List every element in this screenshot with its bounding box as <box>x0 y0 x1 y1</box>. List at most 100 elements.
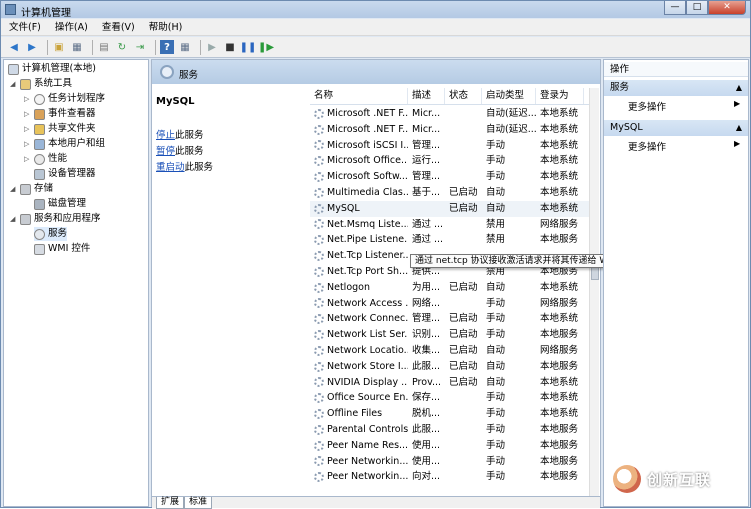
table-row[interactable]: MySQL 已启动 自动 本地系统 <box>310 200 592 217</box>
pause-service-link[interactable]: 暂停 <box>156 146 175 157</box>
tree-item-disk-management[interactable]: 磁盘管理 <box>34 197 86 211</box>
table-row[interactable]: Microsoft Office... 运行... 手动 本地系统 <box>310 153 592 169</box>
service-name-cell: Peer Name Res... <box>310 438 408 454</box>
collapse-icon[interactable]: ▲ <box>736 120 742 136</box>
service-status-cell: 已启动 <box>449 376 478 388</box>
menu-action[interactable]: 操作(A) <box>55 19 88 35</box>
tree-item-services[interactable]: 服务 <box>34 227 68 241</box>
tree-item-event-viewer[interactable]: ▷ 事件查看器 <box>24 107 96 121</box>
stop-service-icon[interactable]: ■ <box>223 40 237 54</box>
restart-service-icon[interactable]: ❚▶ <box>258 40 274 54</box>
table-row[interactable]: Peer Networkin... 使用... 手动 本地服务 <box>310 454 592 470</box>
service-startup-cell: 自动(延迟... <box>486 108 536 119</box>
table-row[interactable]: Microsoft Softw... 管理... 手动 本地系统 <box>310 169 592 185</box>
collapse-arrow-icon[interactable]: ▷ <box>24 152 32 166</box>
table-row[interactable]: Microsoft .NET F... Micr... 自动(延迟... 本地系统 <box>310 122 592 138</box>
tree-item-storage[interactable]: ◢ 存储 <box>10 182 53 196</box>
minimize-button[interactable]: — <box>664 1 686 15</box>
collapse-arrow-icon[interactable]: ▷ <box>24 107 32 121</box>
maximize-button[interactable]: □ <box>686 1 708 15</box>
tree-item-wmi[interactable]: WMI 控件 <box>34 242 90 256</box>
column-status[interactable]: 状态 <box>445 88 482 104</box>
help-icon[interactable]: ? <box>160 40 174 54</box>
service-startup-cell: 自动 <box>486 344 506 356</box>
back-icon[interactable]: ◀ <box>7 40 21 54</box>
export-list-icon[interactable]: ⇥ <box>133 40 147 54</box>
restart-service-action: 重启动此服务 <box>156 159 306 173</box>
properties-icon[interactable]: ▤ <box>97 40 111 54</box>
tree-item-device-manager[interactable]: 设备管理器 <box>34 167 96 181</box>
service-startup-cell: 手动 <box>486 423 506 435</box>
service-startup-cell: 手动 <box>486 471 506 483</box>
tree-item-shared-folders[interactable]: ▷ 共享文件夹 <box>24 122 96 136</box>
tree-item-system-tools[interactable]: ◢ 系统工具 <box>10 77 72 91</box>
start-service-icon[interactable]: ▶ <box>205 40 219 54</box>
more-actions-mysql[interactable]: 更多操作 ▶ <box>628 139 740 153</box>
console-tree: 计算机管理(本地) ◢ 系统工具 ▷ 任务计划程序 ▷ 事件查看器 ▷ 共享文件夹 ▷ 本… <box>3 59 149 507</box>
menu-help[interactable]: 帮助(H) <box>149 19 183 35</box>
restart-service-link[interactable]: 重启动 <box>156 162 185 173</box>
stop-service-link[interactable]: 停止 <box>156 130 175 141</box>
actions-section-mysql[interactable]: MySQL ▲ <box>604 120 748 136</box>
table-row[interactable]: Network Locatio... 收集... 已启动 自动 网络服务 <box>310 343 592 359</box>
show-hide-tree-icon[interactable]: ▦ <box>70 40 84 54</box>
table-row[interactable]: Offline Files 脱机... 手动 本地系统 <box>310 406 592 422</box>
table-row[interactable]: Peer Name Res... 使用... 手动 本地服务 <box>310 438 592 454</box>
expand-arrow-icon[interactable]: ◢ <box>10 212 18 226</box>
tree-item-performance[interactable]: ▷ 性能 <box>24 152 67 166</box>
tree-item-local-users[interactable]: ▷ 本地用户和组 <box>24 137 105 151</box>
tree-item-task-scheduler[interactable]: ▷ 任务计划程序 <box>24 92 105 106</box>
actions-section-services[interactable]: 服务 ▲ <box>604 80 748 96</box>
column-startup-type[interactable]: 启动类型 <box>482 88 536 104</box>
collapse-arrow-icon[interactable]: ▷ <box>24 92 32 106</box>
service-logon-cell: 本地系统 <box>540 108 579 119</box>
close-button[interactable]: ✕ <box>708 1 746 15</box>
menu-file[interactable]: 文件(F) <box>9 19 41 35</box>
column-log-on-as[interactable]: 登录为 <box>536 88 584 104</box>
refresh-icon[interactable]: ↻ <box>115 40 129 54</box>
table-row[interactable]: Parental Controls 此服... 手动 本地服务 <box>310 422 592 438</box>
table-row[interactable]: Network Store I... 此服... 已启动 自动 本地服务 <box>310 359 592 375</box>
tab-extended[interactable]: 扩展 <box>156 497 185 509</box>
table-row[interactable]: Network Connec... 管理... 已启动 手动 本地系统 <box>310 311 592 327</box>
tree-item-root[interactable]: 计算机管理(本地) <box>8 62 96 76</box>
pause-service-icon[interactable]: ❚❚ <box>240 40 257 54</box>
table-row[interactable]: NVIDIA Display ... Prov... 已启动 自动 本地系统 <box>310 375 592 391</box>
expand-arrow-icon[interactable]: ◢ <box>10 182 18 196</box>
shared-folder-icon <box>34 123 45 135</box>
table-row[interactable]: Microsoft .NET F... Micr... 自动(延迟... 本地系统 <box>310 106 592 122</box>
gear-icon <box>314 140 324 151</box>
column-name[interactable]: 名称 <box>310 88 408 104</box>
service-status-cell: 已启动 <box>449 281 478 293</box>
tree-item-services-apps[interactable]: ◢ 服务和应用程序 <box>10 212 101 226</box>
table-row[interactable]: Net.Pipe Listene... 通过 ... 禁用 本地服务 <box>310 232 592 248</box>
service-description-cell: 网络... <box>412 297 441 309</box>
watermark-logo: 创新互联 <box>613 461 749 497</box>
window-title: 计算机管理 <box>21 8 71 19</box>
gear-icon <box>314 187 324 198</box>
table-row[interactable]: Peer Networkin... 向对... 手动 本地服务 <box>310 469 592 485</box>
collapse-arrow-icon[interactable]: ▷ <box>24 137 32 151</box>
expand-arrow-icon[interactable]: ◢ <box>10 77 18 91</box>
table-row[interactable]: Netlogon 为用... 已启动 自动 本地系统 <box>310 280 592 296</box>
table-row[interactable]: Network List Ser... 识别... 已启动 手动 本地服务 <box>310 327 592 343</box>
action-pane-icon[interactable]: ▦ <box>178 40 192 54</box>
more-actions-services[interactable]: 更多操作 ▶ <box>628 99 740 113</box>
vertical-scrollbar[interactable] <box>589 88 599 498</box>
service-name-text: Office Source En... <box>327 392 408 404</box>
column-description[interactable]: 描述 <box>408 88 445 104</box>
table-row[interactable]: Net.Msmq Liste... 通过 ... 禁用 网络服务 <box>310 217 592 233</box>
service-name-cell: Multimedia Clas... <box>310 185 408 201</box>
tab-standard[interactable]: 标准 <box>184 497 213 509</box>
menu-view[interactable]: 查看(V) <box>102 19 135 35</box>
table-row[interactable]: Network Access ... 网络... 手动 网络服务 <box>310 296 592 312</box>
forward-icon[interactable]: ▶ <box>25 40 39 54</box>
table-row[interactable]: Microsoft iSCSI I... 管理... 手动 本地系统 <box>310 138 592 154</box>
collapse-icon[interactable]: ▲ <box>736 80 742 96</box>
table-row[interactable]: Office Source En... 保存... 手动 本地系统 <box>310 390 592 406</box>
collapse-arrow-icon[interactable]: ▷ <box>24 122 32 136</box>
table-row[interactable]: Multimedia Clas... 基于... 已启动 自动 本地系统 <box>310 185 592 201</box>
service-startup-cell: 自动 <box>486 281 506 293</box>
service-status-cell <box>445 390 482 406</box>
up-folder-icon[interactable]: ▣ <box>52 40 66 54</box>
